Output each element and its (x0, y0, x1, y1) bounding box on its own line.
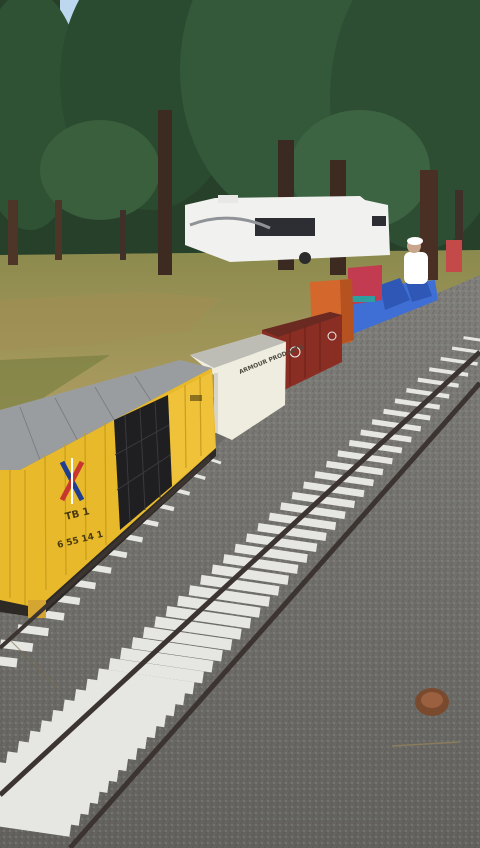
rv-trailer (185, 195, 390, 264)
trash-bin (446, 240, 462, 272)
rail-tie (0, 656, 18, 668)
photo-scene: ARMOUR PRODUCTS TB 1 6 55 14 1 (0, 0, 480, 848)
